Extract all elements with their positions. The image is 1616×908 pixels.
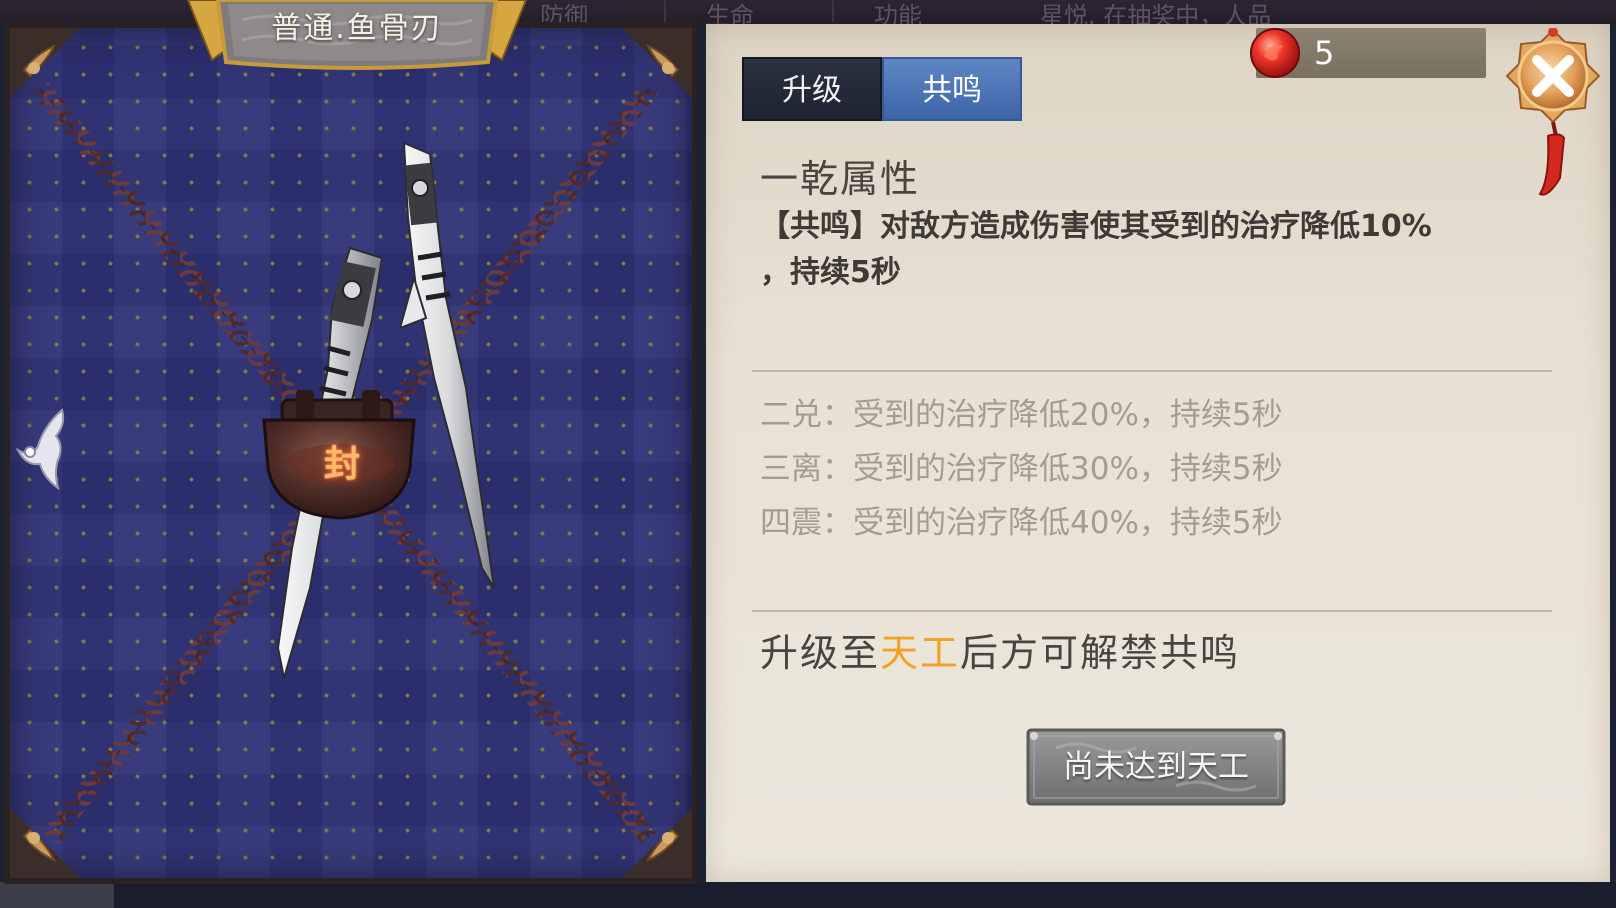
resonance-tier-4: 四震：受到的治疗降低40%，持续5秒 (760, 505, 1283, 541)
background-notice: 星悦. 在抽奖中，人品 (1040, 2, 1272, 30)
background-tab-life: 生命 (706, 2, 754, 30)
resonance-tier-3: 三离：受到的治疗降低30%，持续5秒 (760, 451, 1283, 487)
unlock-requirement-hint: 升级至天工后方可解禁共鸣 (760, 622, 1240, 677)
weapon-title: 普通.鱼骨刃 (271, 11, 443, 46)
resonance-description-line-2: ，持续5秒 (760, 255, 901, 290)
wing-nav-icon[interactable] (14, 406, 68, 492)
corner-ornament-bottom-left (10, 808, 80, 878)
background-tab-defense: 防御 (540, 2, 588, 30)
section-divider-top (752, 370, 1552, 372)
background-tab-function: 功能 (874, 2, 922, 30)
corner-ornament-top-left (10, 28, 80, 98)
tab-upgrade[interactable]: 升级 (742, 57, 882, 121)
not-reached-tiangong-button[interactable]: 尚未达到天工 (1026, 728, 1286, 806)
weapon-title-plaque: 普通.鱼骨刃 (182, 0, 532, 72)
detail-tab-bar: 升级 共鸣 (742, 57, 1022, 121)
tab-resonance[interactable]: 共鸣 (882, 57, 1022, 121)
resonance-description: 【共鸣】对敌方造成伤害使其受到的治疗降低10% ，持续5秒 (760, 204, 1560, 296)
weapon-preview-panel: 封 (4, 22, 698, 884)
background-tab-separator (832, 0, 834, 22)
currency-counter: 5 (1250, 28, 1486, 78)
background-bottom-bar (0, 882, 1616, 908)
resonance-tier-title: 一乾属性 (760, 157, 921, 201)
corner-ornament-bottom-right (622, 808, 692, 878)
resonance-tier-list: 二兑：受到的治疗降低20%，持续5秒 三离：受到的治疗降低30%，持续5秒 四震… (760, 388, 1283, 550)
unlock-hint-suffix: 后方可解禁共鸣 (960, 631, 1241, 675)
close-icon[interactable] (1504, 28, 1602, 206)
red-orb-icon (1250, 28, 1300, 78)
currency-value: 5 (1314, 34, 1335, 72)
blade-right (398, 141, 495, 589)
section-divider-bottom (752, 610, 1552, 612)
seal-character: 封 (323, 444, 360, 485)
background-bottom-left-block (0, 882, 114, 908)
resonance-tier-2: 二兑：受到的治疗降低20%，持续5秒 (760, 397, 1283, 433)
resonance-description-line-1: 【共鸣】对敌方造成伤害使其受到的治疗降低10% (760, 209, 1432, 244)
background-tab-separator (664, 0, 666, 22)
unlock-hint-highlight: 天工 (880, 631, 961, 675)
unlock-hint-prefix: 升级至 (760, 631, 881, 675)
action-button-label: 尚未达到天工 (1063, 749, 1249, 785)
corner-ornament-top-right (622, 28, 692, 98)
